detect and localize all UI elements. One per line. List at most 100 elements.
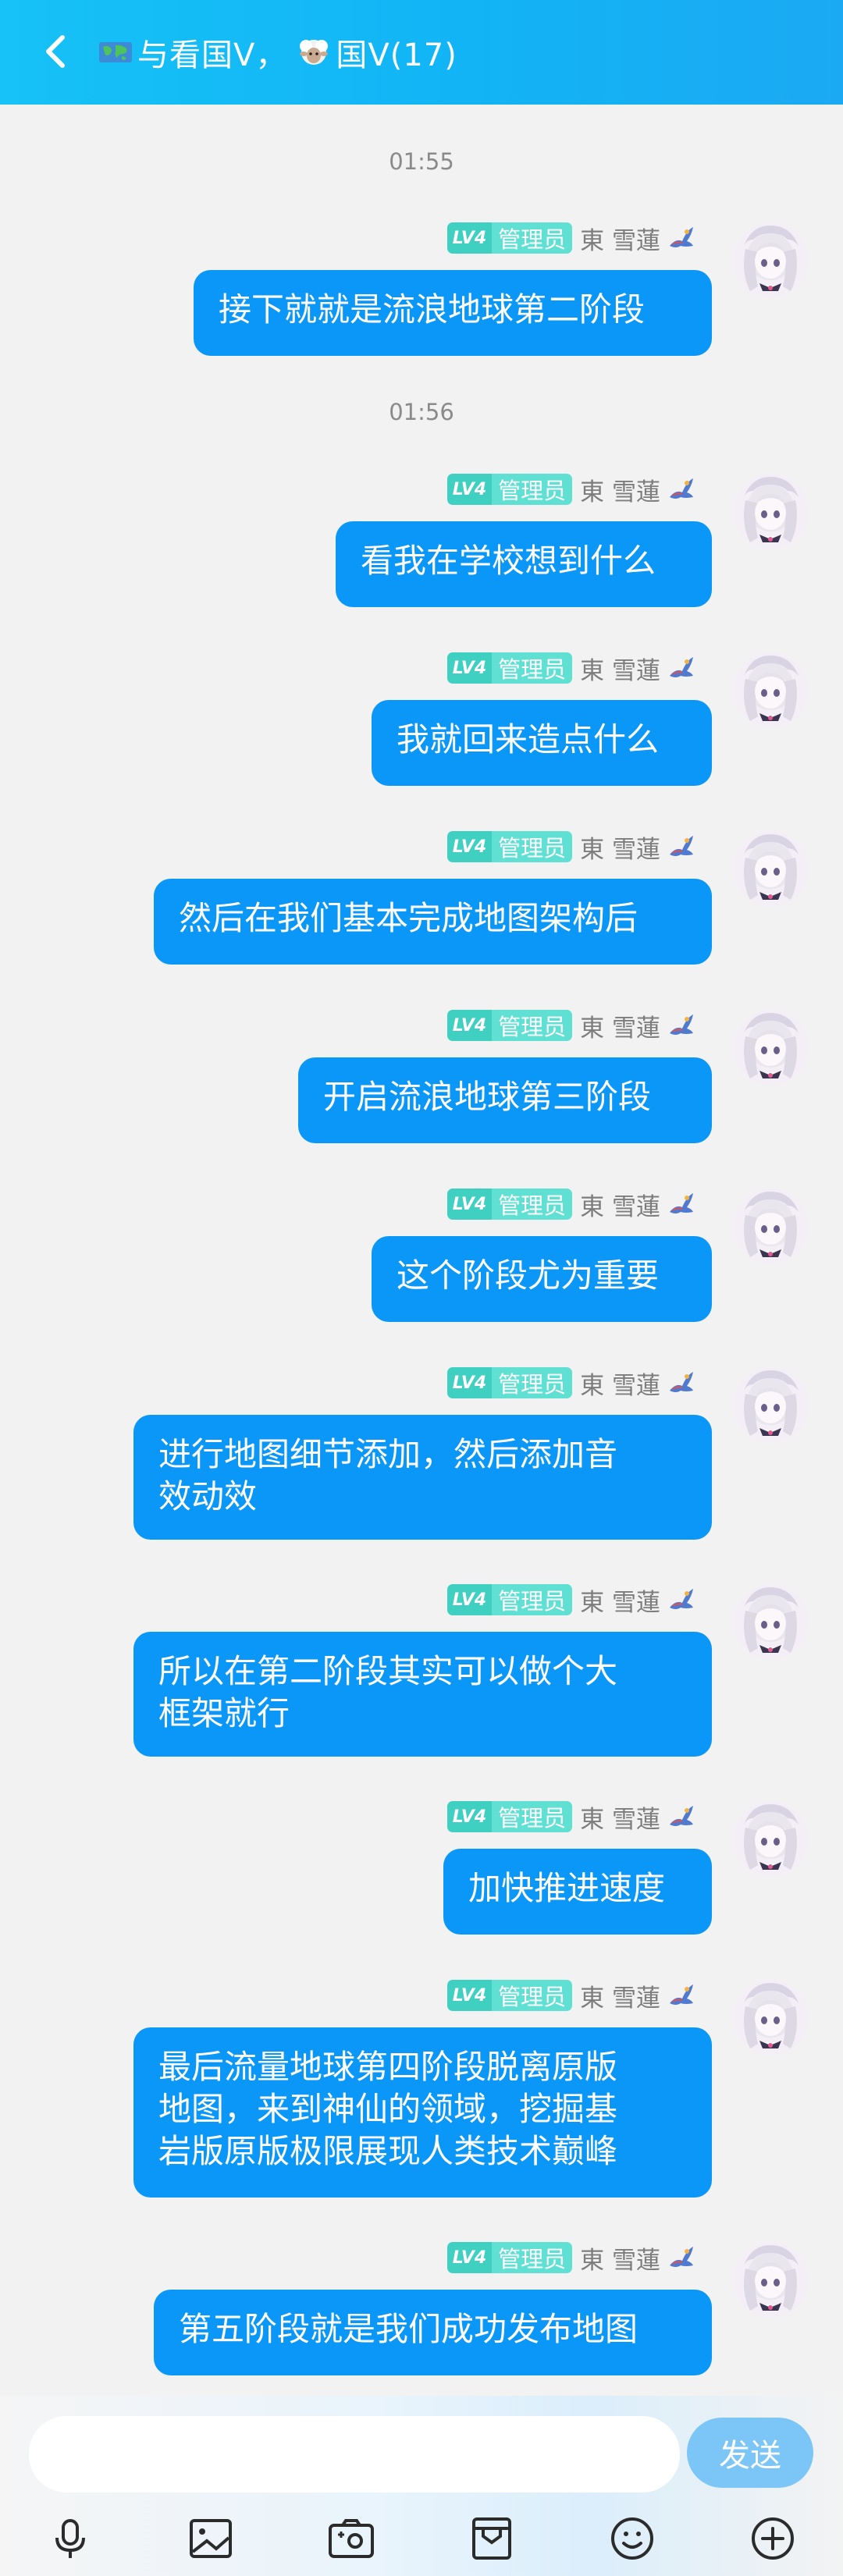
avatar[interactable] [733, 1980, 809, 2055]
level-label: LV4 [446, 474, 493, 505]
role-label: 管理员 [492, 1980, 573, 2011]
sender-title-icon [660, 652, 696, 684]
sender-meta: LV4 管理员東 雪蓮 [446, 1799, 696, 1835]
message-bubble[interactable]: 开启流浪地球第三阶段 [298, 1057, 712, 1143]
message-bubble[interactable]: 第五阶段就是我们成功发布地图 [154, 2290, 712, 2375]
message-bubble[interactable]: 最后流量地球第四阶段脱离原版 地图，来到神仙的领域，挖掘基 岩版原版极限展现人类… [133, 2027, 712, 2198]
avatar[interactable] [733, 474, 809, 549]
sender-name[interactable]: 東 雪蓮 [580, 2240, 660, 2276]
avatar[interactable] [733, 1584, 809, 1660]
level-badge: LV4 管理员 [446, 1584, 573, 1615]
sender-title-icon [660, 474, 696, 505]
avatar[interactable] [733, 1189, 809, 1264]
sender-meta: LV4 管理员東 雪蓮 [446, 471, 696, 507]
avatar[interactable] [733, 2242, 809, 2318]
sender-title-icon [660, 2242, 696, 2273]
microphone-icon[interactable] [43, 2511, 98, 2566]
sender-title-icon [660, 1189, 696, 1220]
chat-header: 与看国V， 国V(17) [0, 0, 843, 105]
sheep-emoji-icon [300, 40, 329, 65]
avatar[interactable] [733, 222, 809, 298]
sender-name[interactable]: 東 雪蓮 [580, 1800, 660, 1835]
chat-title-part2: 国V(17) [336, 37, 457, 73]
level-label: LV4 [446, 1010, 493, 1041]
message-bubble[interactable]: 所以在第二阶段其实可以做个大 框架就行 [133, 1632, 712, 1757]
message-timestamp: 01:56 [389, 399, 454, 425]
role-label: 管理员 [492, 222, 573, 254]
map-emoji-icon [99, 42, 132, 62]
level-badge: LV4 管理员 [446, 1367, 573, 1398]
role-label: 管理员 [492, 1584, 573, 1615]
sender-name[interactable]: 東 雪蓮 [580, 1978, 660, 2013]
level-badge: LV4 管理员 [446, 1189, 573, 1220]
plus-icon[interactable] [745, 2511, 800, 2566]
level-badge: LV4 管理员 [446, 652, 573, 684]
avatar[interactable] [733, 831, 809, 907]
level-label: LV4 [446, 1189, 493, 1220]
folder-icon[interactable] [464, 2511, 519, 2566]
level-label: LV4 [446, 2242, 493, 2273]
message-bubble[interactable]: 进行地图细节添加，然后添加音 效动效 [133, 1415, 712, 1540]
sender-name[interactable]: 東 雪蓮 [580, 1366, 660, 1401]
role-label: 管理员 [492, 1189, 573, 1220]
sender-title-icon [660, 1584, 696, 1615]
sender-name[interactable]: 東 雪蓮 [580, 1583, 660, 1618]
role-label: 管理员 [492, 2242, 573, 2273]
chat-title: 与看国V， 国V(17) [98, 23, 457, 81]
message-timestamp: 01:55 [389, 148, 454, 175]
level-badge: LV4 管理员 [446, 222, 573, 254]
level-badge: LV4 管理员 [446, 1980, 573, 2011]
level-label: LV4 [446, 1980, 493, 2011]
level-label: LV4 [446, 222, 493, 254]
sender-meta: LV4 管理员東 雪蓮 [446, 220, 696, 256]
message-bubble[interactable]: 接下就就是流浪地球第二阶段 [194, 270, 712, 356]
camera-icon[interactable] [324, 2511, 379, 2566]
role-label: 管理员 [492, 831, 573, 862]
avatar[interactable] [733, 1010, 809, 1085]
avatar[interactable] [733, 1801, 809, 1877]
image-icon[interactable] [183, 2511, 238, 2566]
sender-meta: LV4 管理员東 雪蓮 [446, 1977, 696, 2013]
role-label: 管理员 [492, 1010, 573, 1041]
sender-title-icon [660, 831, 696, 862]
send-button[interactable]: 发送 [687, 2418, 813, 2488]
sender-name[interactable]: 東 雪蓮 [580, 221, 660, 256]
sender-meta: LV4 管理员東 雪蓮 [446, 1365, 696, 1401]
level-badge: LV4 管理员 [446, 2242, 573, 2273]
sender-title-icon [660, 222, 696, 254]
avatar[interactable] [733, 652, 809, 728]
level-badge: LV4 管理员 [446, 474, 573, 505]
level-label: LV4 [446, 1801, 493, 1832]
level-label: LV4 [446, 652, 493, 684]
sender-title-icon [660, 1367, 696, 1398]
level-label: LV4 [446, 831, 493, 862]
sender-name[interactable]: 東 雪蓮 [580, 651, 660, 686]
message-bubble[interactable]: 看我在学校想到什么 [336, 521, 712, 607]
sender-name[interactable]: 東 雪蓮 [580, 1008, 660, 1043]
sender-title-icon [660, 1980, 696, 2011]
sender-meta: LV4 管理员東 雪蓮 [446, 2240, 696, 2276]
sender-name[interactable]: 東 雪蓮 [580, 1187, 660, 1222]
sender-meta: LV4 管理员東 雪蓮 [446, 829, 696, 865]
sender-title-icon [660, 1801, 696, 1832]
emoji-icon[interactable] [605, 2511, 660, 2566]
sender-meta: LV4 管理员東 雪蓮 [446, 650, 696, 686]
chat-title-part1: 与看国V， [137, 37, 288, 73]
sender-title-icon [660, 1010, 696, 1041]
back-icon[interactable] [34, 28, 81, 75]
message-bubble[interactable]: 我就回来造点什么 [372, 700, 712, 786]
role-label: 管理员 [492, 652, 573, 684]
message-bubble[interactable]: 加快推进速度 [443, 1849, 712, 1935]
message-bubble[interactable]: 这个阶段尤为重要 [372, 1236, 712, 1322]
level-badge: LV4 管理员 [446, 1010, 573, 1041]
message-input[interactable] [29, 2416, 680, 2493]
sender-name[interactable]: 東 雪蓮 [580, 472, 660, 507]
avatar[interactable] [733, 1367, 809, 1443]
level-badge: LV4 管理员 [446, 1801, 573, 1832]
role-label: 管理员 [492, 1801, 573, 1832]
sender-name[interactable]: 東 雪蓮 [580, 830, 660, 865]
level-label: LV4 [446, 1584, 493, 1615]
message-bubble[interactable]: 然后在我们基本完成地图架构后 [154, 879, 712, 965]
level-badge: LV4 管理员 [446, 831, 573, 862]
sender-meta: LV4 管理员東 雪蓮 [446, 1186, 696, 1222]
